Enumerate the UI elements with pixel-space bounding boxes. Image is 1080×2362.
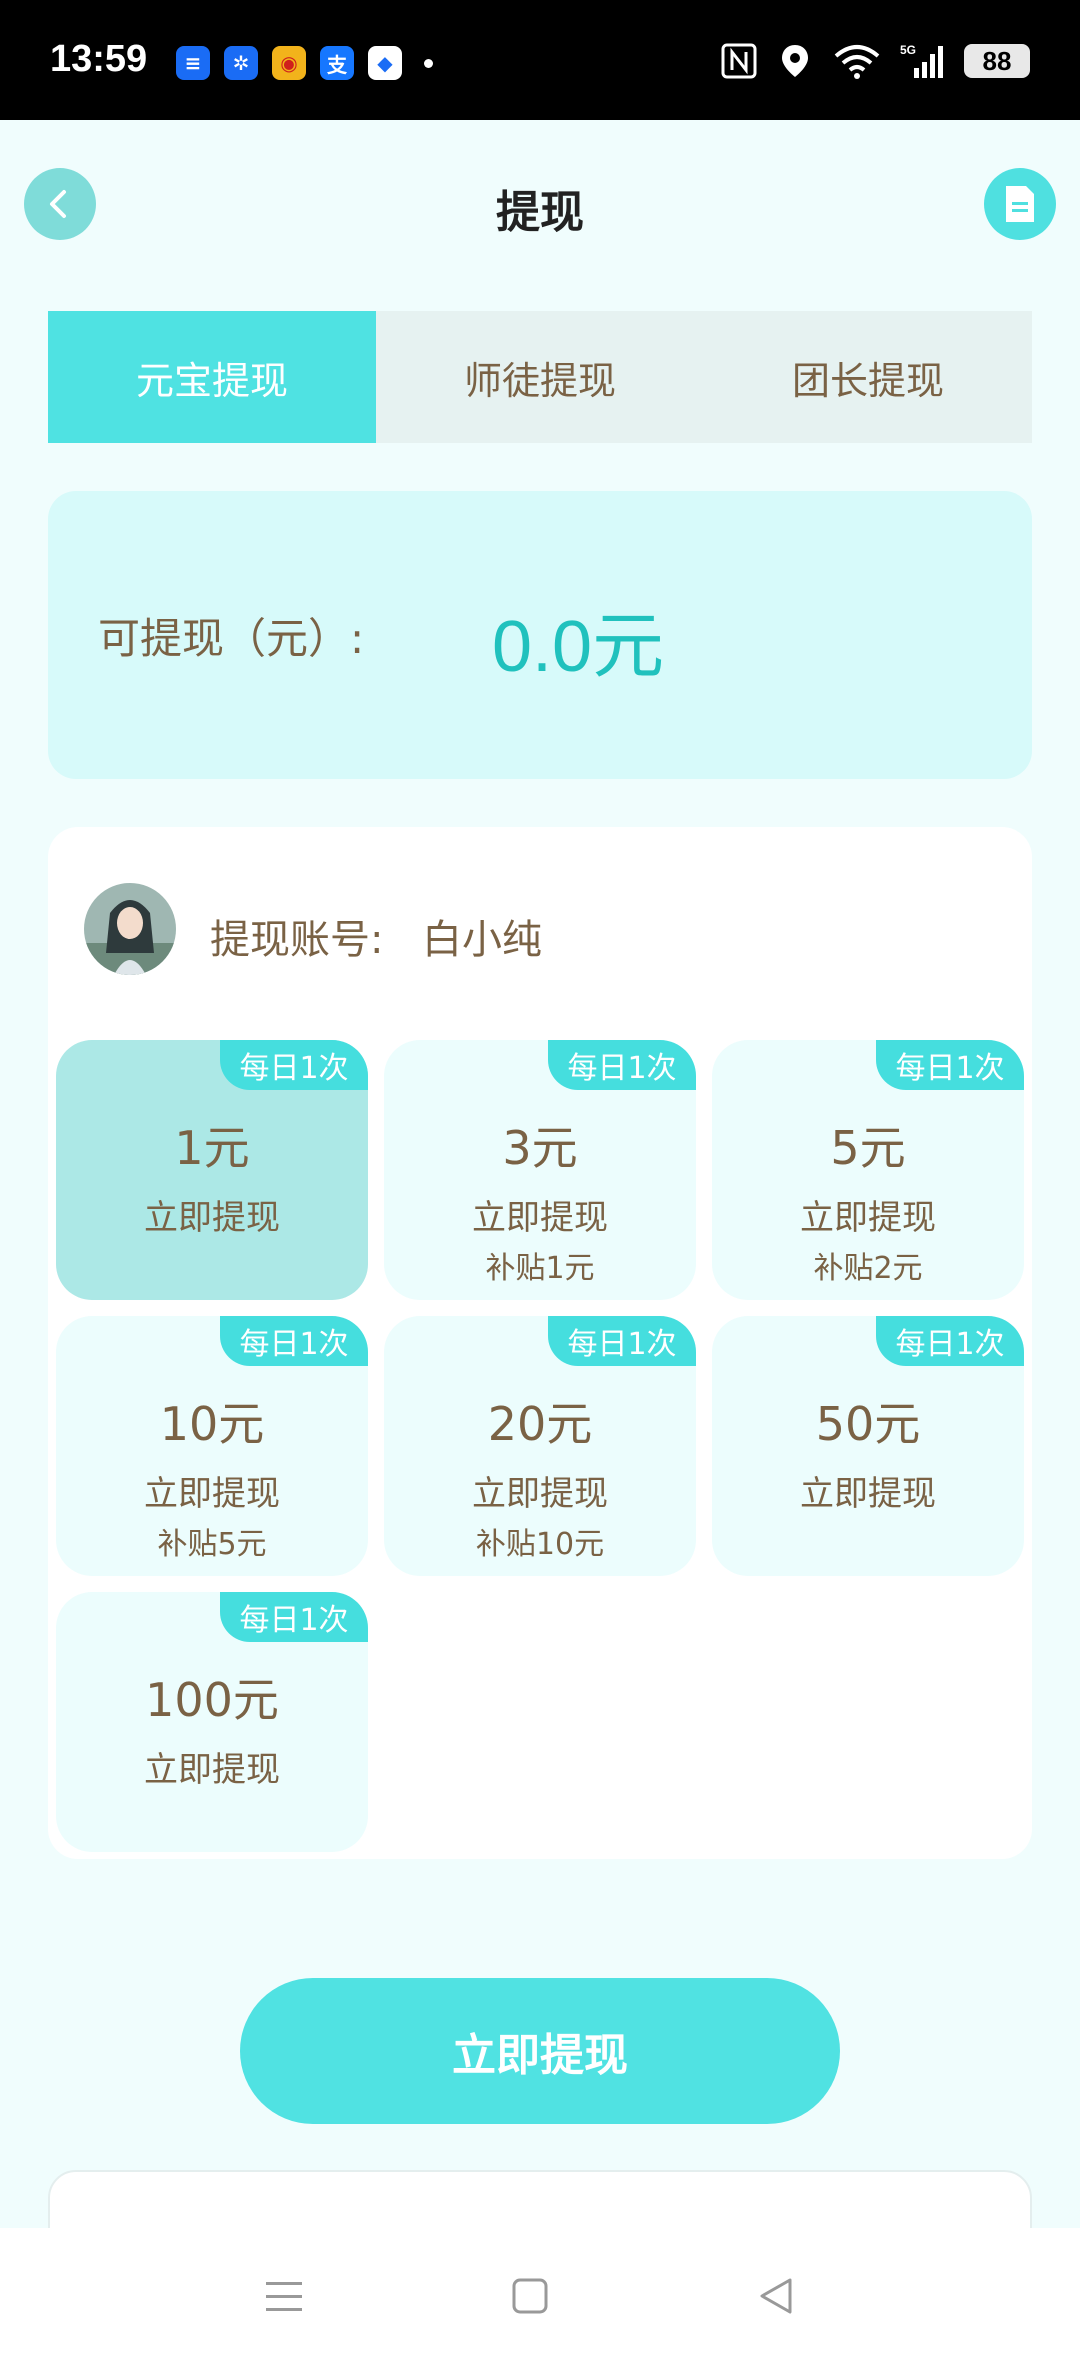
option-card-10[interactable]: 每日1次 10元 立即提现 补贴5元 xyxy=(56,1316,368,1576)
system-nav-bar xyxy=(0,2228,1080,2362)
header: 提现 xyxy=(0,120,1080,290)
wifi-icon xyxy=(834,45,880,79)
page-title: 提现 xyxy=(496,187,584,238)
option-subsidy: 补贴5元 xyxy=(157,1527,267,1562)
tab-mentor[interactable]: 师徒提现 xyxy=(376,311,704,443)
message-app-icon: ≡ xyxy=(176,46,210,80)
home-nav-button[interactable] xyxy=(500,2266,560,2326)
option-action: 立即提现 xyxy=(472,1474,608,1514)
daily-limit-badge: 每日1次 xyxy=(220,1040,368,1090)
option-action: 立即提现 xyxy=(144,1750,280,1790)
option-card-20[interactable]: 每日1次 20元 立即提现 补贴10元 xyxy=(384,1316,696,1576)
daily-limit-badge: 每日1次 xyxy=(876,1040,1024,1090)
tab-yuanbao[interactable]: 元宝提现 xyxy=(48,311,376,443)
balance-value: 0.0元 xyxy=(492,607,665,687)
browser-app-icon: ◆ xyxy=(368,46,402,80)
svg-text:5G: 5G xyxy=(900,43,916,57)
back-nav-button[interactable] xyxy=(746,2266,806,2326)
alipay-app-icon: 支 xyxy=(320,46,354,80)
tab-leader[interactable]: 团长提现 xyxy=(704,311,1032,443)
option-card-5[interactable]: 每日1次 5元 立即提现 补贴2元 xyxy=(712,1040,1024,1300)
option-card-3[interactable]: 每日1次 3元 立即提现 补贴1元 xyxy=(384,1040,696,1300)
option-amount: 50元 xyxy=(815,1397,921,1451)
option-amount: 1元 xyxy=(174,1121,250,1175)
option-action: 立即提现 xyxy=(800,1474,936,1514)
more-notifications-dot xyxy=(424,58,433,68)
status-time: 13:59 xyxy=(50,38,148,80)
daily-limit-badge: 每日1次 xyxy=(220,1592,368,1642)
daily-limit-badge: 每日1次 xyxy=(220,1316,368,1366)
status-bar: 13:59 ≡ ✲ ◉ 支 ◆ 5G 88 xyxy=(0,0,1080,120)
document-icon xyxy=(1006,186,1034,222)
record-button[interactable] xyxy=(984,168,1056,240)
account-name: 白小纯 xyxy=(422,917,542,963)
daily-limit-badge: 每日1次 xyxy=(548,1316,696,1366)
option-card-1[interactable]: 每日1次 1元 立即提现 xyxy=(56,1040,368,1300)
withdraw-options-panel: 提现账号: 白小纯 每日1次 1元 立即提现 每日1次 3元 立即提现 补贴1元… xyxy=(48,827,1032,1859)
weibo-app-icon: ◉ xyxy=(272,46,306,80)
pinwheel-app-icon: ✲ xyxy=(224,46,258,80)
notification-icons: ≡ ✲ ◉ 支 ◆ xyxy=(176,46,433,80)
option-subsidy: 补贴1元 xyxy=(485,1251,595,1286)
menu-icon xyxy=(266,2282,302,2311)
option-amount: 3元 xyxy=(502,1121,578,1175)
option-subsidy: 补贴2元 xyxy=(813,1251,923,1286)
option-card-50[interactable]: 每日1次 50元 立即提现 xyxy=(712,1316,1024,1576)
option-amount: 5元 xyxy=(830,1121,906,1175)
option-subsidy: 补贴10元 xyxy=(475,1527,605,1562)
back-triangle-icon xyxy=(760,2278,792,2314)
withdraw-type-tabs: 元宝提现 师徒提现 团长提现 xyxy=(48,311,1032,443)
option-action: 立即提现 xyxy=(144,1474,280,1514)
option-card-100[interactable]: 每日1次 100元 立即提现 xyxy=(56,1592,368,1852)
option-amount: 20元 xyxy=(487,1397,593,1451)
option-amount: 10元 xyxy=(159,1397,265,1451)
account-label: 提现账号: xyxy=(210,917,384,963)
withdraw-submit-button[interactable]: 立即提现 xyxy=(240,1978,840,2124)
balance-label: 可提现（元）: xyxy=(98,614,365,663)
option-action: 立即提现 xyxy=(144,1198,280,1238)
avatar xyxy=(84,883,176,975)
option-action: 立即提现 xyxy=(800,1198,936,1238)
location-icon xyxy=(782,45,808,77)
home-square-icon xyxy=(512,2278,548,2314)
option-action: 立即提现 xyxy=(472,1198,608,1238)
signal-5g-icon: 5G xyxy=(900,43,943,78)
menu-nav-button[interactable] xyxy=(254,2266,314,2326)
battery-icon: 88 xyxy=(964,44,1030,78)
balance-card: 可提现（元）: 0.0元 xyxy=(48,491,1032,779)
daily-limit-badge: 每日1次 xyxy=(548,1040,696,1090)
daily-limit-badge: 每日1次 xyxy=(876,1316,1024,1366)
nfc-icon xyxy=(721,43,757,79)
option-amount: 100元 xyxy=(145,1673,279,1727)
